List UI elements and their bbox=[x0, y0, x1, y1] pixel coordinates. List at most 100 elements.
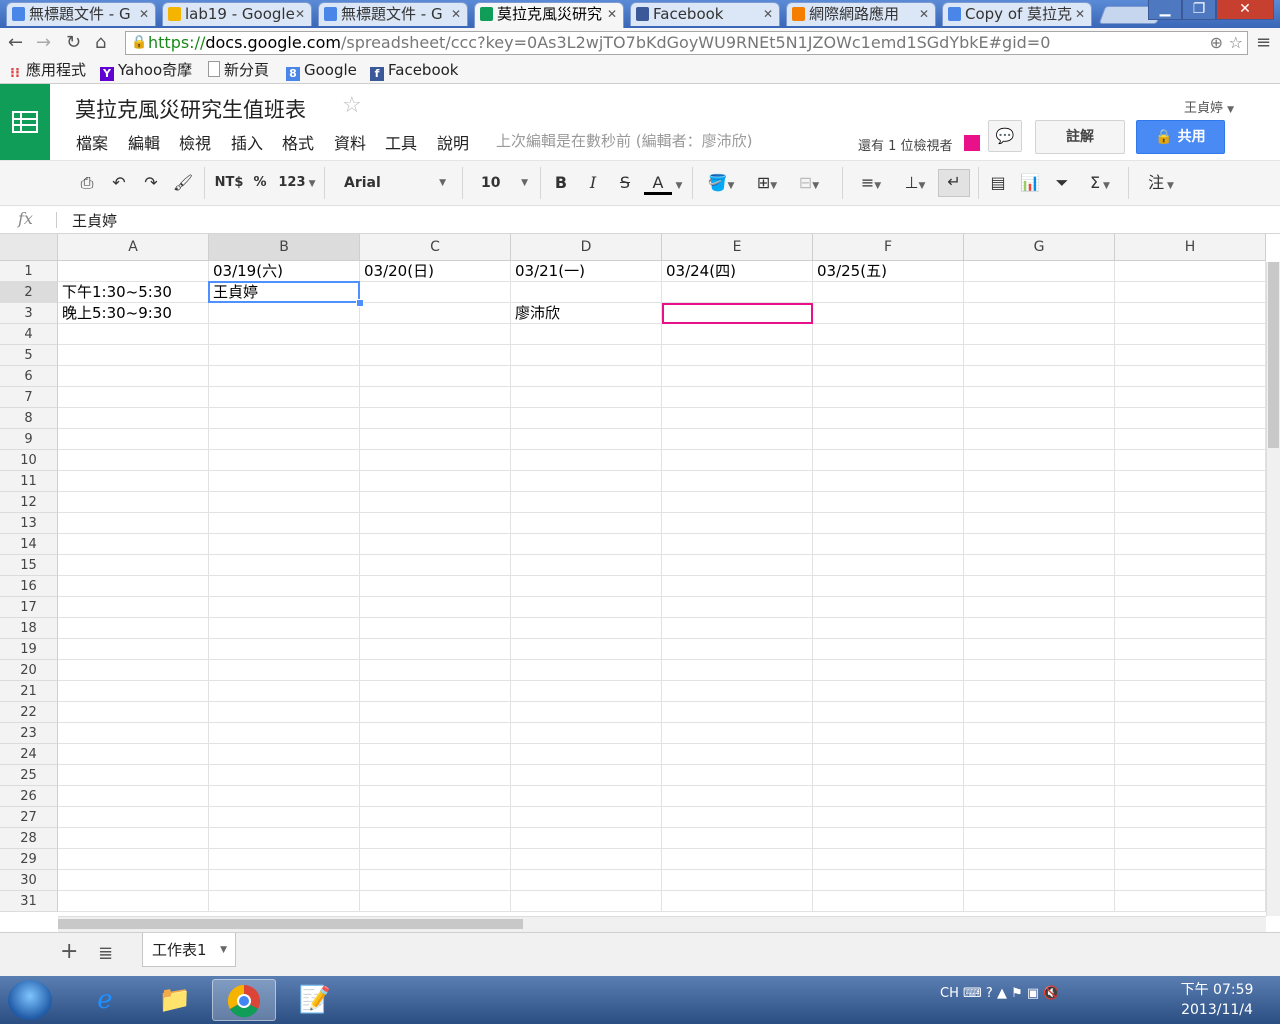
cell-b22[interactable] bbox=[209, 702, 360, 723]
row-header-6[interactable]: 6 bbox=[0, 366, 58, 387]
row-header-27[interactable]: 27 bbox=[0, 807, 58, 828]
cell-a23[interactable] bbox=[58, 723, 209, 744]
align-left-icon[interactable]: ≡▼ bbox=[852, 171, 890, 195]
cell-d30[interactable] bbox=[511, 870, 662, 891]
cell-b31[interactable] bbox=[209, 891, 360, 912]
row-header-17[interactable]: 17 bbox=[0, 597, 58, 618]
document-title[interactable]: 莫拉克風災研究生值班表 bbox=[75, 94, 306, 124]
row-header-9[interactable]: 9 bbox=[0, 429, 58, 450]
cell-c8[interactable] bbox=[360, 408, 511, 429]
cell-h31[interactable] bbox=[1115, 891, 1266, 912]
paint-format-icon[interactable]: 🖌 bbox=[172, 171, 194, 195]
address-bar[interactable]: 🔒 https://docs.google.com/spreadsheet/cc… bbox=[125, 31, 1248, 55]
cell-a19[interactable] bbox=[58, 639, 209, 660]
cell-h28[interactable] bbox=[1115, 828, 1266, 849]
cell-d4[interactable] bbox=[511, 324, 662, 345]
cell-c1[interactable]: 03/20(日) bbox=[360, 261, 511, 282]
cell-e22[interactable] bbox=[662, 702, 813, 723]
cell-a21[interactable] bbox=[58, 681, 209, 702]
row-header-3[interactable]: 3 bbox=[0, 303, 58, 324]
row-header-2[interactable]: 2 bbox=[0, 282, 58, 303]
cell-d6[interactable] bbox=[511, 366, 662, 387]
cell-g14[interactable] bbox=[964, 534, 1115, 555]
row-header-23[interactable]: 23 bbox=[0, 723, 58, 744]
menu-edit[interactable]: 編輯 bbox=[128, 130, 160, 154]
menu-data[interactable]: 資料 bbox=[334, 130, 366, 154]
cell-h18[interactable] bbox=[1115, 618, 1266, 639]
cell-c11[interactable] bbox=[360, 471, 511, 492]
cell-b25[interactable] bbox=[209, 765, 360, 786]
cell-b6[interactable] bbox=[209, 366, 360, 387]
cell-e4[interactable] bbox=[662, 324, 813, 345]
windows-start-button[interactable] bbox=[8, 980, 52, 1020]
cell-h26[interactable] bbox=[1115, 786, 1266, 807]
cell-d15[interactable] bbox=[511, 555, 662, 576]
redo-icon[interactable]: ↷ bbox=[140, 171, 162, 195]
cell-a28[interactable] bbox=[58, 828, 209, 849]
cell-e13[interactable] bbox=[662, 513, 813, 534]
cell-c13[interactable] bbox=[360, 513, 511, 534]
menu-insert[interactable]: 插入 bbox=[231, 130, 263, 154]
cell-b16[interactable] bbox=[209, 576, 360, 597]
internet-explorer-icon[interactable]: ℯ bbox=[76, 979, 134, 1021]
cell-b7[interactable] bbox=[209, 387, 360, 408]
forward-icon[interactable]: → bbox=[36, 32, 51, 54]
close-icon[interactable]: ✕ bbox=[451, 3, 461, 25]
comments-note-button[interactable]: 註解 bbox=[1035, 120, 1125, 154]
cell-h8[interactable] bbox=[1115, 408, 1266, 429]
cell-h21[interactable] bbox=[1115, 681, 1266, 702]
cell-a17[interactable] bbox=[58, 597, 209, 618]
cell-a13[interactable] bbox=[58, 513, 209, 534]
row-header-12[interactable]: 12 bbox=[0, 492, 58, 513]
column-header-a[interactable]: A bbox=[58, 234, 209, 261]
sheets-logo[interactable] bbox=[0, 84, 50, 160]
cell-h24[interactable] bbox=[1115, 744, 1266, 765]
row-header-14[interactable]: 14 bbox=[0, 534, 58, 555]
cell-g8[interactable] bbox=[964, 408, 1115, 429]
cell-g4[interactable] bbox=[964, 324, 1115, 345]
cell-e31[interactable] bbox=[662, 891, 813, 912]
row-header-16[interactable]: 16 bbox=[0, 576, 58, 597]
cell-e25[interactable] bbox=[662, 765, 813, 786]
font-size-select[interactable]: 10 ▼ bbox=[470, 171, 532, 195]
cell-g21[interactable] bbox=[964, 681, 1115, 702]
cell-b27[interactable] bbox=[209, 807, 360, 828]
print-icon[interactable]: ⎙ bbox=[76, 171, 98, 195]
cell-g5[interactable] bbox=[964, 345, 1115, 366]
cell-g20[interactable] bbox=[964, 660, 1115, 681]
wrap-text-icon[interactable]: ↵ bbox=[938, 169, 970, 197]
chevron-down-icon[interactable]: ▼ bbox=[220, 933, 227, 967]
comments-button[interactable]: 💬 bbox=[988, 120, 1022, 152]
maximize-button[interactable]: ❐ bbox=[1182, 0, 1216, 20]
cell-e10[interactable] bbox=[662, 450, 813, 471]
cell-c30[interactable] bbox=[360, 870, 511, 891]
cell-h15[interactable] bbox=[1115, 555, 1266, 576]
cell-g23[interactable] bbox=[964, 723, 1115, 744]
row-header-8[interactable]: 8 bbox=[0, 408, 58, 429]
cell-h17[interactable] bbox=[1115, 597, 1266, 618]
cell-h2[interactable] bbox=[1115, 282, 1266, 303]
cell-g11[interactable] bbox=[964, 471, 1115, 492]
column-header-d[interactable]: D bbox=[511, 234, 662, 261]
cell-d22[interactable] bbox=[511, 702, 662, 723]
cell-g22[interactable] bbox=[964, 702, 1115, 723]
cell-c10[interactable] bbox=[360, 450, 511, 471]
row-header-21[interactable]: 21 bbox=[0, 681, 58, 702]
show-hidden-icons[interactable]: ▲ bbox=[997, 986, 1007, 1001]
cell-g28[interactable] bbox=[964, 828, 1115, 849]
cell-e3[interactable] bbox=[662, 303, 813, 324]
row-header-18[interactable]: 18 bbox=[0, 618, 58, 639]
cell-c31[interactable] bbox=[360, 891, 511, 912]
cell-a20[interactable] bbox=[58, 660, 209, 681]
cell-f12[interactable] bbox=[813, 492, 964, 513]
row-header-1[interactable]: 1 bbox=[0, 261, 58, 282]
cell-b8[interactable] bbox=[209, 408, 360, 429]
cell-g27[interactable] bbox=[964, 807, 1115, 828]
cell-b9[interactable] bbox=[209, 429, 360, 450]
cell-a7[interactable] bbox=[58, 387, 209, 408]
cell-d12[interactable] bbox=[511, 492, 662, 513]
merge-cells-icon[interactable]: ⊟▼ bbox=[790, 171, 828, 195]
user-account[interactable]: 王貞婷 ▼ bbox=[1184, 97, 1234, 116]
zoom-icon[interactable]: ⊕ bbox=[1210, 32, 1223, 54]
cell-d28[interactable] bbox=[511, 828, 662, 849]
